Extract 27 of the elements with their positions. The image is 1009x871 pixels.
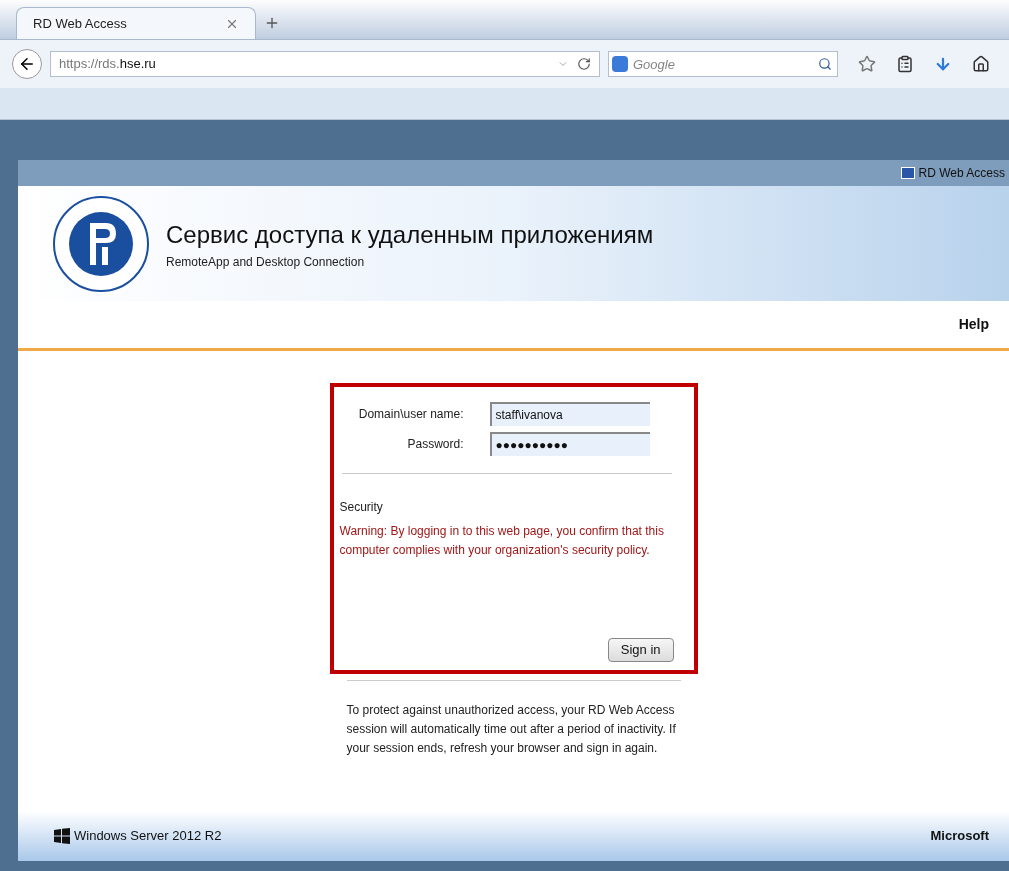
field-label: Password: (406, 436, 465, 453)
download-icon[interactable] (934, 55, 952, 73)
input-field[interactable]: staff\ivanova (489, 402, 650, 426)
security-heading: Security (339, 499, 384, 516)
search-icon[interactable] (818, 57, 832, 71)
sign-in-button[interactable]: Sign in (607, 638, 674, 662)
footer-product: Windows Server 2012 R2 (74, 827, 222, 846)
help-link[interactable]: Help (958, 314, 989, 335)
address-field[interactable]: https://rds.hse.ru (50, 51, 600, 77)
new-tab-icon[interactable] (264, 15, 280, 31)
clipboard-icon[interactable] (896, 55, 914, 73)
home-icon[interactable] (972, 55, 990, 73)
input-field[interactable]: ●●●●●●●●●● (489, 432, 650, 456)
page-title: Сервис доступа к удаленным приложениям (166, 219, 654, 250)
timeout-note: To protect against unauthorized access, your RD Web Access session will automatically time out after a period of inactivity. If your session ends, refresh your browser and sign in again. (346, 702, 677, 757)
star-icon[interactable] (858, 55, 876, 73)
security-warning: Warning: By logging in to this web page, you confirm that this computer complies with your organization's security policy. (339, 523, 665, 559)
reload-icon[interactable] (577, 57, 591, 71)
windows-logo-icon (54, 828, 70, 844)
field-label: Domain\user name: (357, 406, 465, 423)
back-button[interactable] (12, 49, 42, 79)
search-engine-icon[interactable] (612, 56, 628, 72)
search-field[interactable]: Google (608, 51, 838, 77)
footer-brand: Microsoft (930, 827, 989, 846)
page-subtitle: RemoteApp and Desktop Connection (166, 253, 366, 271)
browser-tab[interactable]: RD Web Access (16, 7, 256, 39)
top-strip-label: RD Web Access (918, 165, 1005, 182)
